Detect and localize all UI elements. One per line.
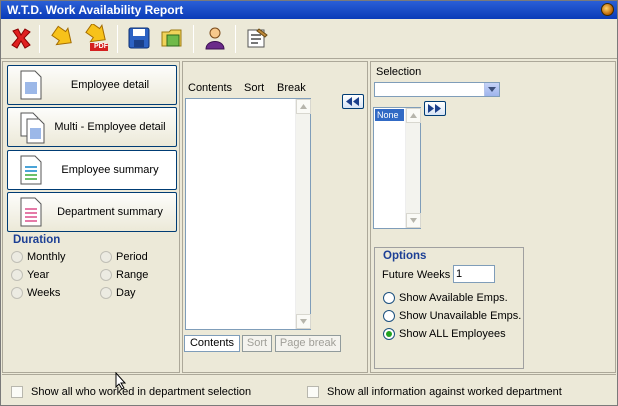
mouse-cursor-icon [115,372,127,390]
break-header: Break [277,82,306,94]
scroll-down-icon[interactable] [296,314,311,329]
double-arrow-right-icon [428,104,441,113]
scroll-up-icon[interactable] [296,99,311,114]
document-icon [20,70,42,100]
selection-list[interactable]: None [373,107,421,229]
range-radio[interactable]: Range [100,269,148,281]
arrow-right-icon [51,25,72,46]
contents-list-scrollbar[interactable] [295,99,311,329]
pdf-badge: PDF [94,43,108,50]
selection-pane: Selection None Options Future Weeks Show… [370,61,616,373]
show-all-employees-radio[interactable]: Show ALL Employees [383,328,506,340]
window-title: W.T.D. Work Availability Report [7,3,184,17]
day-radio[interactable]: Day [100,287,136,299]
show-all-worked-department-checkbox[interactable]: Show all who worked in department select… [11,386,251,398]
contents-tab[interactable]: Contents [184,335,240,352]
weeks-radio[interactable]: Weeks [11,287,60,299]
contents-pane: Contents Sort Break [182,61,368,373]
show-unavailable-radio[interactable]: Show Unavailable Emps. [383,310,521,322]
monthly-radio[interactable]: Monthly [11,251,66,263]
floppy-disk-icon [128,27,150,49]
report-window: W.T.D. Work Availability Report PDF Empl… [0,0,618,406]
future-weeks-label: Future Weeks [382,269,451,281]
user-icon [205,27,225,50]
title-bar: W.T.D. Work Availability Report [1,1,617,19]
contents-list[interactable] [185,98,311,330]
show-all-information-checkbox[interactable]: Show all information against worked depa… [307,386,562,398]
multi-employee-detail-button[interactable]: Multi - Employee detail [7,107,177,147]
summary-document-icon [20,155,42,185]
folder-icon [161,29,182,47]
move-left-button[interactable] [342,94,364,109]
department-summary-label: Department summary [57,206,163,218]
contents-header: Contents [188,82,233,94]
chevron-down-icon[interactable] [484,83,499,96]
options-group: Options Future Weeks Show Available Emps… [374,247,524,369]
footer-bar: Show all who worked in department select… [2,374,616,405]
scroll-up-icon[interactable] [406,108,421,123]
properties-button[interactable] [243,24,271,52]
user-button[interactable] [201,24,229,52]
department-document-icon [20,197,42,227]
report-type-pane: Employee detail Multi - Employee detail … [2,61,180,373]
red-x-icon [11,28,31,49]
multi-employee-detail-label: Multi - Employee detail [54,121,166,133]
selection-list-item[interactable]: None [375,109,404,121]
future-weeks-input[interactable] [453,265,495,283]
duration-title: Duration [13,234,61,246]
employee-detail-button[interactable]: Employee detail [7,65,177,105]
selection-list-scrollbar[interactable] [405,108,421,228]
run-report-button[interactable] [49,24,77,52]
double-arrow-left-icon [346,97,359,106]
open-folder-button[interactable] [159,24,187,52]
toolbar: PDF [1,19,617,59]
export-pdf-button[interactable]: PDF [83,24,111,52]
employee-summary-button[interactable]: Employee summary [7,150,177,190]
employee-summary-label: Employee summary [61,164,159,176]
move-right-button[interactable] [424,101,446,116]
department-summary-button[interactable]: Department summary [7,192,177,232]
multi-document-icon [20,112,45,144]
employee-detail-label: Employee detail [70,79,150,91]
year-radio[interactable]: Year [11,269,49,281]
scroll-down-icon[interactable] [406,213,421,228]
sort-header: Sort [244,82,265,94]
save-button[interactable] [125,24,153,52]
selection-label: Selection [376,66,422,78]
page-break-tab[interactable]: Page break [275,335,341,352]
close-window-icon[interactable] [601,3,614,16]
sort-tab[interactable]: Sort [242,335,272,352]
close-report-button[interactable] [7,24,35,52]
options-title: Options [383,250,427,262]
show-available-radio[interactable]: Show Available Emps. [383,292,508,304]
period-radio[interactable]: Period [100,251,148,263]
clipboard-icon [247,28,268,48]
selection-dropdown[interactable] [374,82,500,97]
